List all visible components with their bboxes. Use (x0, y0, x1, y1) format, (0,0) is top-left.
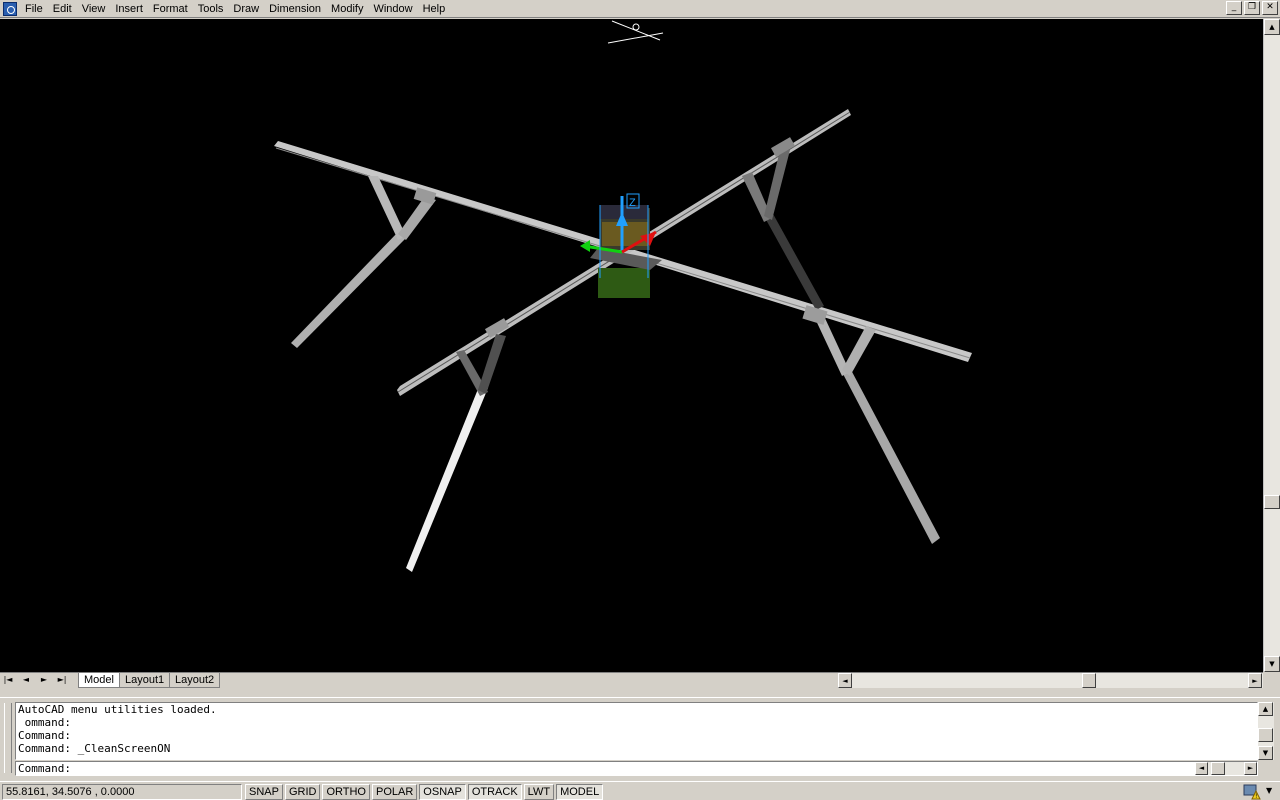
tray-menu-arrow[interactable]: ▼ (1266, 786, 1272, 795)
balloon-warning-icon[interactable]: ! (1243, 784, 1261, 800)
tab-layout1[interactable]: Layout1 (119, 673, 171, 688)
cmd-scroll-thumb[interactable] (1258, 728, 1273, 742)
viewport-vertical-scrollbar[interactable]: ▲ ▼ (1263, 19, 1280, 672)
menu-tools[interactable]: Tools (193, 1, 229, 17)
command-window: AutoCAD menu utilities loaded. ommand: C… (0, 697, 1280, 779)
command-history-line: ommand: (18, 716, 71, 729)
tab-model[interactable]: Model (78, 673, 120, 688)
command-history-line: Command: _CleanScreenON (18, 742, 171, 755)
cmd-scroll-down-button[interactable]: ▼ (1258, 746, 1273, 760)
grid-toggle[interactable]: GRID (284, 784, 321, 800)
close-button[interactable]: ✕ (1262, 1, 1278, 15)
command-prompt: Command: (18, 762, 71, 775)
gizmo-z-label: Z (629, 197, 636, 209)
menu-bar: File Edit View Insert Format Tools Draw … (0, 0, 1280, 18)
snap-toggle[interactable]: SNAP (245, 784, 283, 800)
otrack-toggle[interactable]: OTRACK (467, 784, 522, 800)
menu-insert[interactable]: Insert (110, 1, 148, 17)
scroll-thumb[interactable] (1264, 495, 1280, 509)
drawing-viewport[interactable]: Z (0, 19, 1263, 672)
menu-edit[interactable]: Edit (48, 1, 77, 17)
menu-window[interactable]: Window (368, 1, 417, 17)
scroll-right-button[interactable]: ► (1248, 673, 1262, 688)
minimize-button[interactable]: _ (1226, 1, 1242, 15)
frame-leg-left (291, 176, 437, 348)
viewport-horizontal-scrollbar[interactable]: ◄ ► (838, 672, 1263, 688)
menu-draw[interactable]: Draw (228, 1, 264, 17)
hscroll-thumb[interactable] (1082, 673, 1096, 688)
command-input[interactable]: Command: (15, 761, 1258, 776)
tab-layout2[interactable]: Layout2 (169, 673, 221, 688)
status-bar: 55.8161, 34.5076 , 0.0000 SNAP GRID ORTH… (0, 781, 1280, 800)
restore-button[interactable]: ❐ (1244, 1, 1260, 15)
menu-help[interactable]: Help (418, 1, 451, 17)
document-window-controls: _ ❐ ✕ (1226, 1, 1278, 15)
frame-leg-back (742, 137, 824, 310)
svg-text:!: ! (1255, 793, 1257, 800)
command-history-line: Command: (18, 729, 71, 742)
cmd-hscroll-thumb[interactable] (1211, 762, 1225, 775)
command-window-grip[interactable] (4, 703, 12, 773)
command-history-line: AutoCAD menu utilities loaded. (18, 703, 217, 716)
tab-last-button[interactable]: ►| (56, 674, 68, 687)
drafting-toggles: SNAP GRID ORTHO POLAR OSNAP OTRACK LWT M… (245, 784, 604, 800)
menu-dimension[interactable]: Dimension (264, 1, 326, 17)
ortho-toggle[interactable]: ORTHO (322, 784, 370, 800)
osnap-toggle[interactable]: OSNAP (419, 784, 466, 800)
tab-first-button[interactable]: |◄ (2, 674, 14, 687)
menu-format[interactable]: Format (148, 1, 193, 17)
tab-next-button[interactable]: ► (38, 674, 50, 687)
polar-toggle[interactable]: POLAR (372, 784, 418, 800)
model-space-canvas: Z (274, 20, 972, 572)
coordinate-display[interactable]: 55.8161, 34.5076 , 0.0000 (2, 784, 242, 800)
ucs-axis-icon (607, 20, 664, 44)
menu-modify[interactable]: Modify (326, 1, 368, 17)
menu-file[interactable]: File (20, 1, 48, 17)
cmd-scroll-right-button[interactable]: ► (1244, 762, 1257, 775)
model-toggle[interactable]: MODEL (556, 784, 604, 800)
command-history: AutoCAD menu utilities loaded. ommand: C… (15, 702, 1258, 760)
menu-view[interactable]: View (77, 1, 111, 17)
menu-items: File Edit View Insert Format Tools Draw … (20, 1, 450, 17)
scroll-left-button[interactable]: ◄ (838, 673, 852, 688)
cmd-scroll-up-button[interactable]: ▲ (1258, 702, 1273, 716)
autocad-app-icon[interactable] (3, 2, 17, 16)
tab-prev-button[interactable]: ◄ (20, 674, 32, 687)
scroll-down-button[interactable]: ▼ (1264, 656, 1280, 672)
lwt-toggle[interactable]: LWT (523, 784, 555, 800)
command-input-scrollbar[interactable]: ◄ ► (1195, 762, 1257, 775)
scroll-up-button[interactable]: ▲ (1264, 19, 1280, 35)
cmd-scroll-left-button[interactable]: ◄ (1195, 762, 1208, 775)
command-history-scrollbar[interactable]: ▲ ▼ (1258, 702, 1274, 760)
